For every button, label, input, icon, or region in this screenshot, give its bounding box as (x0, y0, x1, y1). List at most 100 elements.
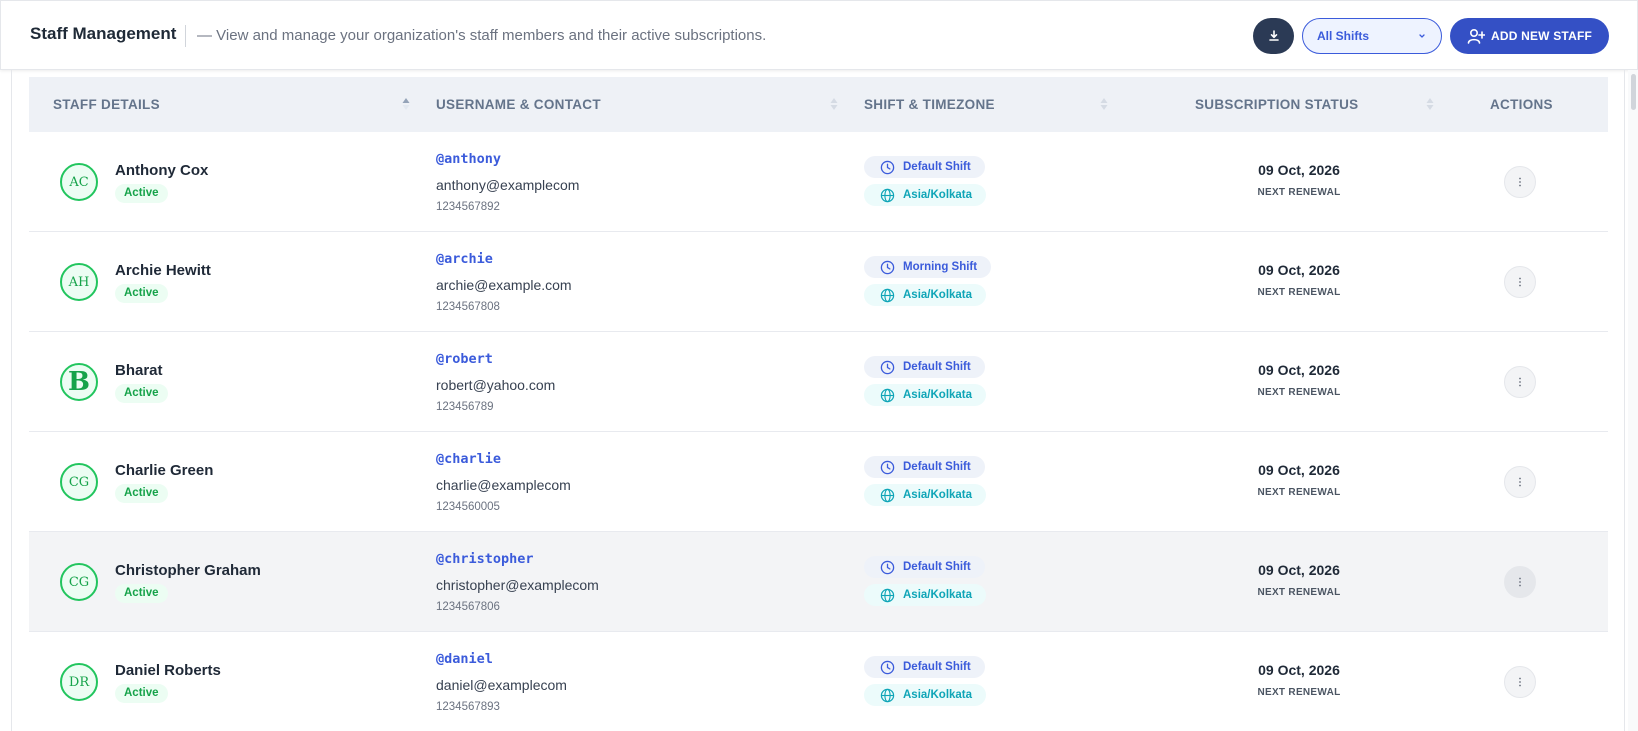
renewal-date: 09 Oct, 2026 (1258, 662, 1340, 678)
renewal-date: 09 Oct, 2026 (1258, 462, 1340, 478)
chevron-down-icon (1419, 34, 1425, 38)
email: charlie@examplecom (436, 477, 571, 493)
shift-filter-value: All Shifts (1317, 29, 1370, 43)
status-badge: Active (115, 184, 168, 203)
column-header-staff-details[interactable]: STAFF DETAILS (53, 97, 160, 112)
email: daniel@examplecom (436, 677, 567, 693)
table-row[interactable]: AH Archie Hewitt Active @archie archie@e… (29, 232, 1608, 332)
status-badge: Active (115, 584, 168, 603)
avatar: CG (60, 563, 98, 601)
more-vertical-icon (1519, 277, 1521, 287)
timezone-pill: Asia/Kolkata (864, 384, 987, 406)
more-vertical-icon (1519, 377, 1521, 387)
phone: 123456789 (436, 401, 494, 413)
add-new-staff-button[interactable]: ADD NEW STAFF (1450, 18, 1609, 54)
page-header: Staff Management — View and manage your … (0, 0, 1638, 70)
table-header: STAFF DETAILS USERNAME & CONTACT SHIFT &… (29, 77, 1608, 132)
timezone-label: Asia/Kolkata (903, 189, 973, 201)
clock-icon (880, 260, 895, 274)
column-header-username-contact[interactable]: USERNAME & CONTACT (436, 97, 601, 112)
shift-pill: Default Shift (864, 156, 985, 178)
content-border-left (11, 70, 12, 731)
row-actions-button[interactable] (1504, 366, 1536, 398)
renewal-label: NEXT RENEWAL (1257, 487, 1341, 498)
status-badge: Active (115, 384, 168, 403)
sort-icon[interactable] (829, 95, 839, 113)
shift-label: Default Shift (903, 361, 971, 373)
renewal-date: 09 Oct, 2026 (1258, 362, 1340, 378)
globe-icon (880, 688, 895, 702)
shift-label: Default Shift (903, 161, 971, 173)
shift-pill: Default Shift (864, 356, 985, 378)
staff-management-page: Staff Management — View and manage your … (0, 0, 1638, 731)
staff-name: Archie Hewitt (115, 262, 211, 279)
staff-name: Christopher Graham (115, 562, 261, 579)
download-button[interactable] (1253, 18, 1294, 54)
phone: 1234567808 (436, 301, 500, 313)
timezone-label: Asia/Kolkata (903, 489, 973, 501)
renewal-date: 09 Oct, 2026 (1258, 162, 1340, 178)
timezone-label: Asia/Kolkata (903, 689, 973, 701)
status-badge: Active (115, 684, 168, 703)
avatar: DR (60, 663, 98, 701)
sort-icon[interactable] (1425, 95, 1435, 113)
row-actions-button[interactable] (1504, 666, 1536, 698)
phone: 1234567892 (436, 201, 500, 213)
table-row[interactable]: DR Daniel Roberts Active @daniel daniel@… (29, 632, 1608, 731)
phone: 1234567806 (436, 601, 500, 613)
page-subtitle: — View and manage your organization's st… (197, 27, 767, 44)
timezone-pill: Asia/Kolkata (864, 584, 987, 606)
email: robert@yahoo.com (436, 377, 556, 393)
row-actions-button[interactable] (1504, 166, 1536, 198)
email: archie@example.com (436, 277, 572, 293)
table-row[interactable]: B Bharat Active @robert robert@yahoo.com… (29, 332, 1608, 432)
add-new-staff-label: ADD NEW STAFF (1490, 29, 1593, 43)
content-border-right (1624, 70, 1625, 731)
row-actions-button[interactable] (1504, 466, 1536, 498)
more-vertical-icon (1519, 577, 1521, 587)
status-badge: Active (115, 484, 168, 503)
renewal-date: 09 Oct, 2026 (1258, 562, 1340, 578)
table-row[interactable]: CG Christopher Graham Active @christophe… (29, 532, 1608, 632)
shift-pill: Default Shift (864, 556, 985, 578)
table-row[interactable]: AC Anthony Cox Active @anthony anthony@e… (29, 132, 1608, 232)
username: @robert (436, 351, 493, 367)
timezone-pill: Asia/Kolkata (864, 484, 987, 506)
staff-name: Bharat (115, 362, 163, 379)
avatar: B (60, 363, 98, 401)
phone: 1234560005 (436, 501, 500, 513)
column-header-subscription-status[interactable]: SUBSCRIPTION STATUS (1195, 97, 1358, 112)
timezone-label: Asia/Kolkata (903, 589, 973, 601)
shift-filter-select[interactable]: All Shifts (1302, 18, 1442, 54)
clock-icon (880, 660, 895, 674)
clock-icon (880, 360, 895, 374)
shift-label: Morning Shift (903, 261, 978, 273)
vertical-scrollbar[interactable] (1628, 70, 1638, 731)
staff-table-body: AC Anthony Cox Active @anthony anthony@e… (29, 132, 1608, 731)
scrollbar-thumb[interactable] (1631, 74, 1636, 110)
globe-icon (880, 188, 895, 202)
globe-icon (880, 288, 895, 302)
phone: 1234567893 (436, 701, 500, 713)
column-header-shift-timezone[interactable]: SHIFT & TIMEZONE (864, 97, 995, 112)
header-divider (185, 25, 186, 47)
avatar: CG (60, 463, 98, 501)
staff-name: Daniel Roberts (115, 662, 221, 679)
sort-icon[interactable] (401, 95, 411, 113)
shift-label: Default Shift (903, 661, 971, 673)
row-actions-button[interactable] (1504, 566, 1536, 598)
row-actions-button[interactable] (1504, 266, 1536, 298)
sort-icon[interactable] (1099, 95, 1109, 113)
globe-icon (880, 488, 895, 502)
download-icon (1268, 30, 1279, 41)
timezone-pill: Asia/Kolkata (864, 184, 987, 206)
timezone-label: Asia/Kolkata (903, 289, 973, 301)
username: @anthony (436, 151, 502, 167)
renewal-label: NEXT RENEWAL (1257, 587, 1341, 598)
username: @archie (436, 251, 493, 267)
renewal-label: NEXT RENEWAL (1257, 387, 1341, 398)
table-row[interactable]: CG Charlie Green Active @charlie charlie… (29, 432, 1608, 532)
clock-icon (880, 460, 895, 474)
more-vertical-icon (1519, 677, 1521, 687)
renewal-date: 09 Oct, 2026 (1258, 262, 1340, 278)
